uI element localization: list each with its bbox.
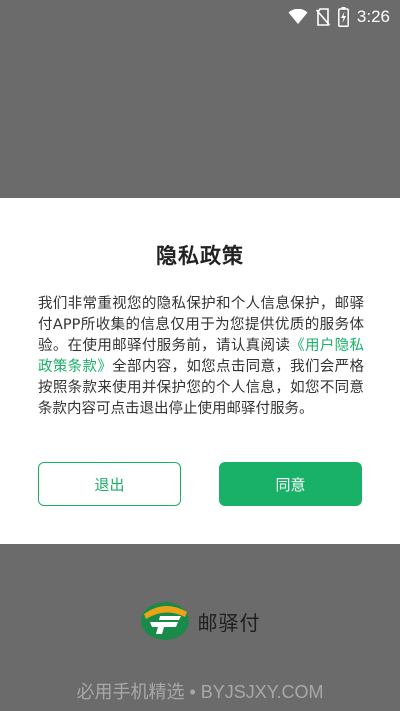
dialog-title: 隐私政策 bbox=[156, 244, 244, 268]
exit-button[interactable]: 退出 bbox=[38, 462, 181, 506]
dialog-body: 我们非常重视您的隐私保护和个人信息保护，邮驿付APP所收集的信息仅用于为您提供优… bbox=[38, 294, 364, 420]
brand-name: 邮驿付 bbox=[197, 610, 261, 635]
privacy-dialog: 隐私政策 我们非常重视您的隐私保护和个人信息保护，邮驿付APP所收集的信息仅用于… bbox=[0, 198, 400, 544]
status-bar: 3:26 bbox=[0, 0, 400, 34]
status-time: 3:26 bbox=[356, 7, 390, 26]
brand: 邮驿付 bbox=[0, 601, 400, 641]
youyifu-logo-icon bbox=[140, 601, 190, 641]
watermark: 必用手机精选 • BYJSJXY.COM bbox=[76, 682, 324, 702]
battery-charging-icon bbox=[337, 7, 349, 27]
agree-button[interactable]: 同意 bbox=[219, 462, 362, 506]
wifi-icon bbox=[288, 9, 308, 25]
no-sim-icon bbox=[315, 8, 330, 26]
